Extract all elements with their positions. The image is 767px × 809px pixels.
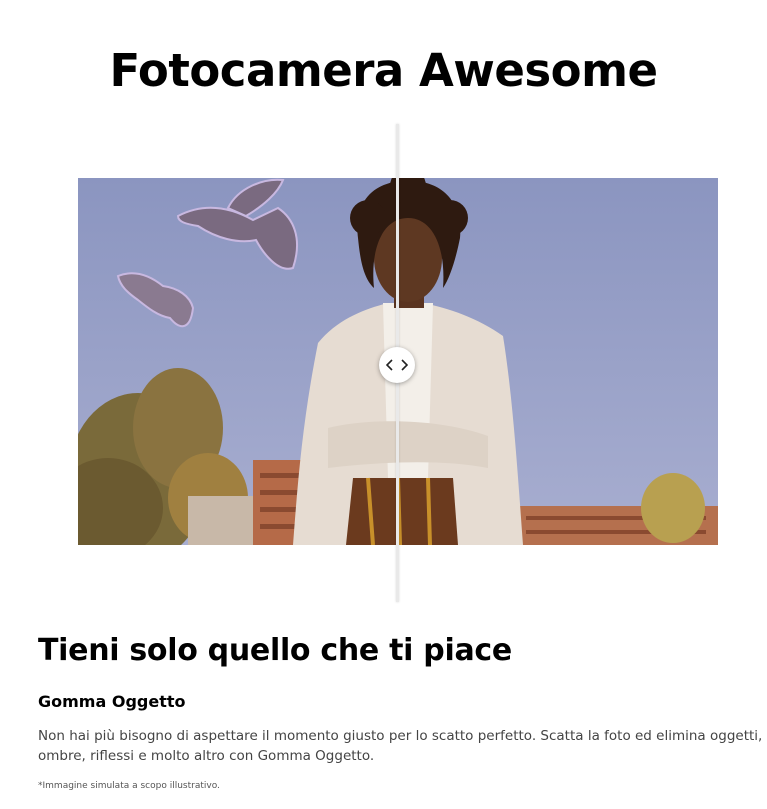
feature-title: Gomma Oggetto bbox=[38, 692, 186, 711]
comparison-slider-handle[interactable] bbox=[379, 347, 415, 383]
page-title: Fotocamera Awesome bbox=[109, 44, 658, 97]
disclaimer: *Immagine simulata a scopo illustrativo. bbox=[38, 781, 220, 791]
feature-description: Non hai più bisogno di aspettare il mome… bbox=[38, 728, 763, 764]
chevron-left-right-icon bbox=[386, 359, 408, 371]
section-title: Tieni solo quello che ti piace bbox=[38, 633, 512, 668]
